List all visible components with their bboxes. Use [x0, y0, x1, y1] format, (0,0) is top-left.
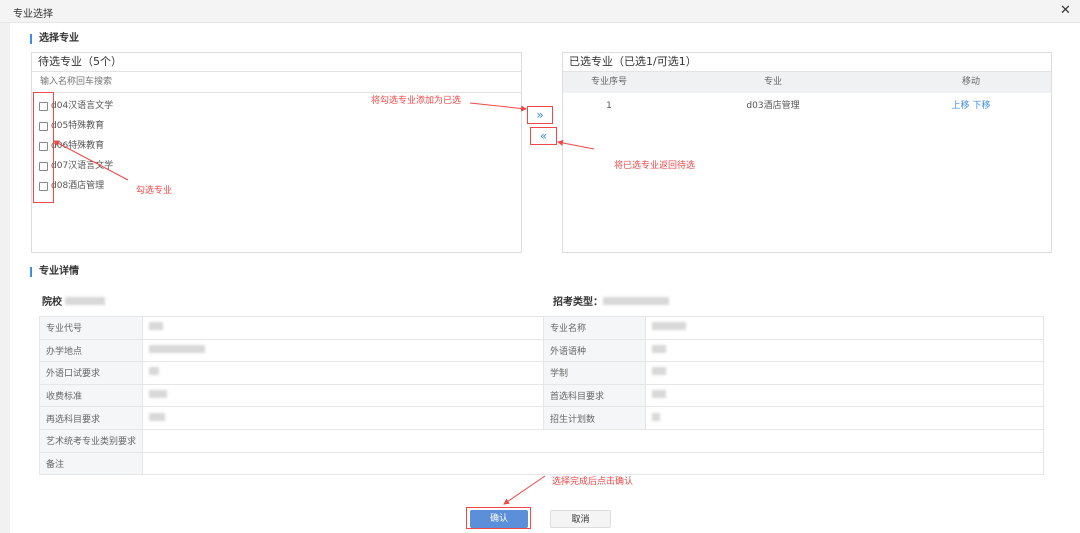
annotation-arrows [53, 102, 595, 505]
arrow-confirm [503, 475, 546, 505]
arrow-check [53, 140, 129, 181]
arrow-remove [557, 140, 595, 150]
arrow-add [469, 102, 527, 112]
